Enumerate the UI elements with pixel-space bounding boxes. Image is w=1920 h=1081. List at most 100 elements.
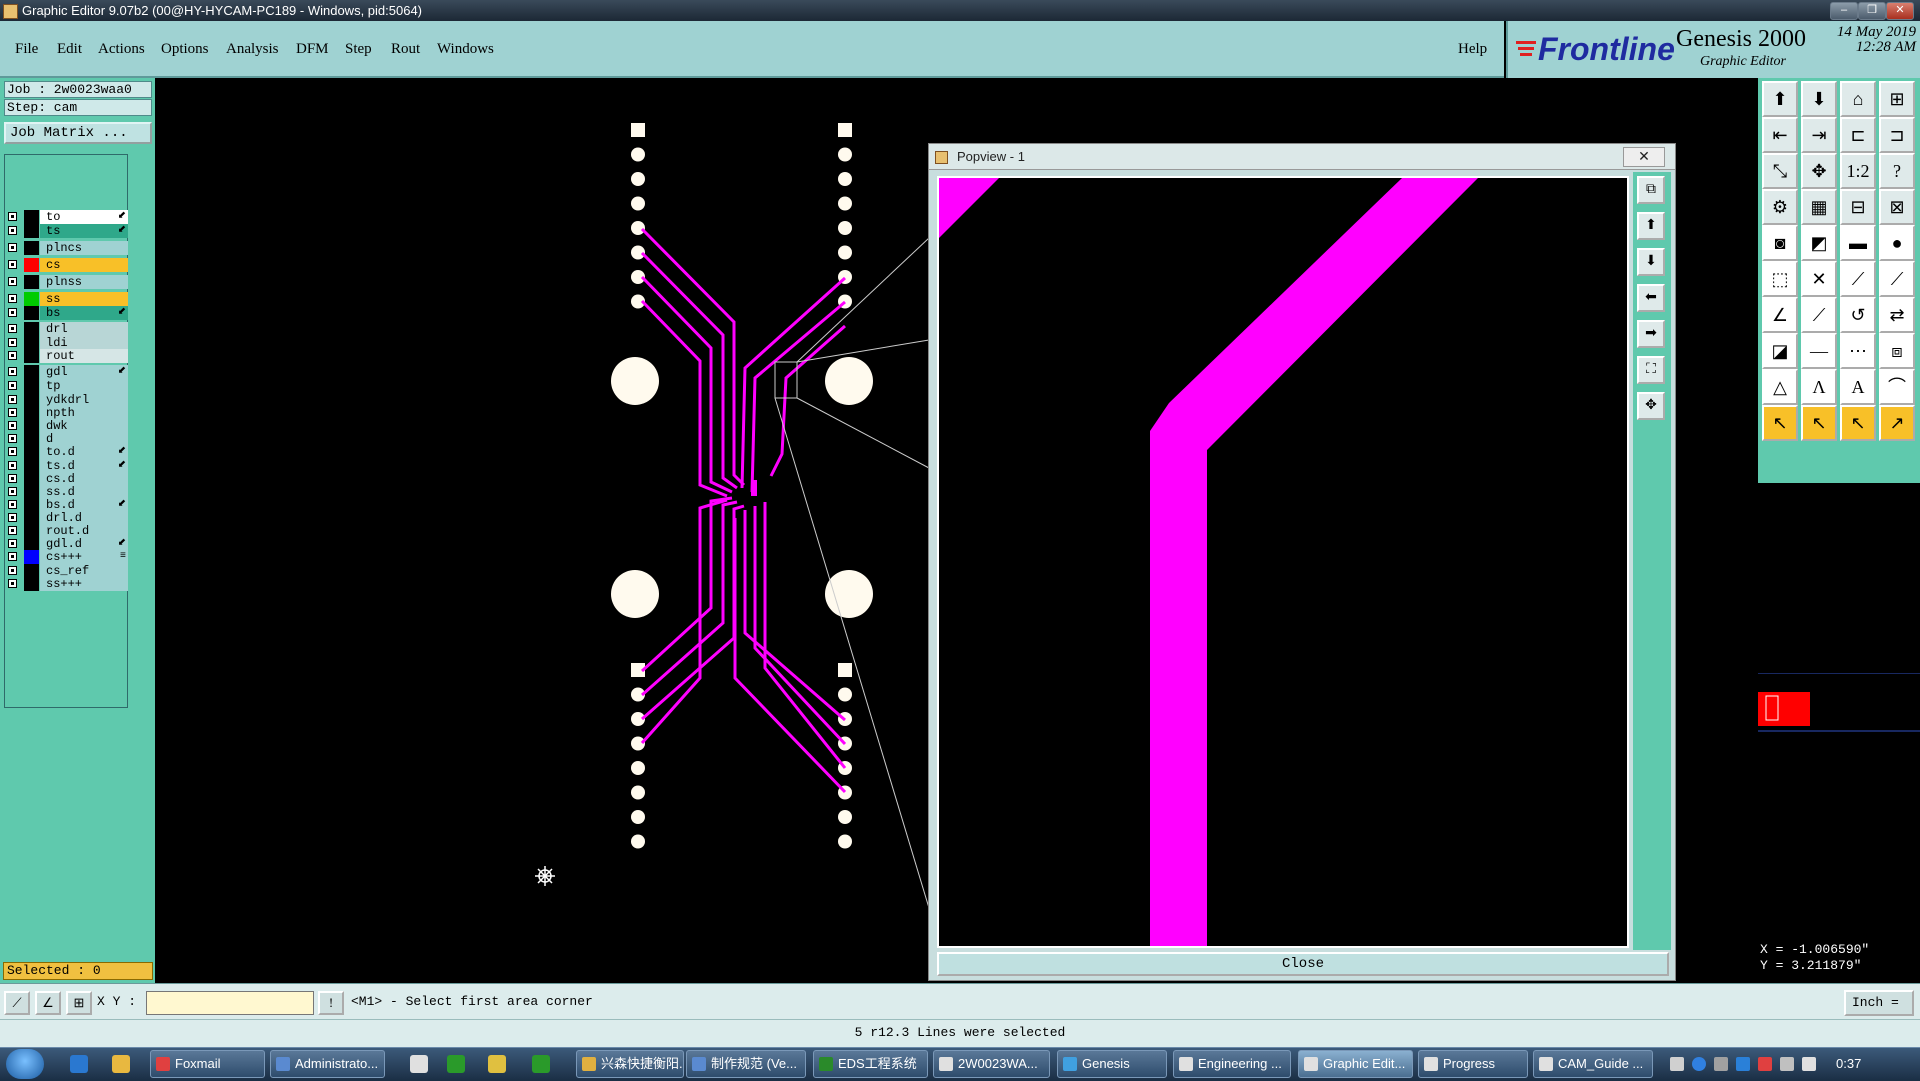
layer-row[interactable]: cs [5, 258, 128, 272]
chrome-icon[interactable] [488, 1055, 506, 1073]
popview-fit-icon[interactable]: ⛶ [1637, 356, 1665, 384]
layer-row[interactable]: bs.d ⬋ [5, 498, 128, 512]
layer-checkbox[interactable] [8, 351, 17, 360]
layer-checkbox[interactable] [8, 294, 17, 303]
edit-shape-icon[interactable]: ◩ [1801, 225, 1837, 261]
layer-row[interactable]: cs.d [5, 472, 128, 486]
layer-row[interactable]: dwk [5, 419, 128, 433]
layer-row[interactable]: gdl ⬋ [5, 365, 128, 379]
display-icon[interactable] [1780, 1057, 1794, 1071]
layer-name[interactable]: to ⬋ [40, 210, 128, 224]
network-icon[interactable] [1736, 1057, 1750, 1071]
measure-alt-icon[interactable]: ⊠ [1879, 189, 1915, 225]
menu-help[interactable]: Help [1458, 41, 1487, 58]
job-matrix-button[interactable]: Job Matrix ... [4, 122, 152, 144]
layer-checkbox[interactable] [8, 367, 17, 376]
layer-row[interactable]: ldi [5, 336, 128, 350]
layer-row[interactable]: ydkdrl [5, 393, 128, 407]
triangle-icon[interactable]: △ [1762, 369, 1798, 405]
popview-pan-right-icon[interactable]: ➡ [1637, 320, 1665, 348]
center-icon[interactable]: ✥ [1801, 153, 1837, 189]
move-point-icon[interactable]: ⟋ [1840, 261, 1876, 297]
layer-row[interactable]: rout.d [5, 524, 128, 538]
layer-row[interactable]: rout [5, 349, 128, 363]
layer-checkbox[interactable] [8, 395, 17, 404]
home-icon[interactable]: ⌂ [1840, 81, 1876, 117]
layer-name[interactable]: gdl ⬋ [40, 365, 128, 379]
minimize-button[interactable]: – [1830, 2, 1858, 20]
layer-name[interactable]: drl [40, 322, 128, 336]
arc-a-icon[interactable]: A [1840, 369, 1876, 405]
layout-icon[interactable]: ⊞ [1879, 81, 1915, 117]
layer-row[interactable]: tp [5, 379, 128, 393]
layer-row[interactable]: ss+++ [5, 577, 128, 591]
layer-name[interactable]: ydkdrl [40, 393, 128, 407]
layer-name[interactable]: npth [40, 406, 128, 420]
layer-checkbox[interactable] [8, 338, 17, 347]
layer-name[interactable]: bs.d ⬋ [40, 498, 128, 512]
popview-close-icon[interactable]: ✕ [1623, 147, 1665, 167]
menu-actions[interactable]: Actions [98, 41, 145, 58]
layer-row[interactable]: bs ⬋ [5, 306, 128, 320]
help-tool-icon[interactable]: ? [1879, 153, 1915, 189]
layer-row[interactable]: to ⬋ [5, 210, 128, 224]
pan-icon[interactable]: ⊏ [1840, 117, 1876, 153]
layer-name[interactable]: cs [40, 258, 128, 272]
layer-row[interactable]: ss [5, 292, 128, 306]
scale-icon[interactable]: 1:2 [1840, 153, 1876, 189]
layer-checkbox[interactable] [8, 552, 17, 561]
connect-icon[interactable]: ⟋ [1879, 261, 1915, 297]
layer-name[interactable]: dwk [40, 419, 128, 433]
profile-icon[interactable]: ⌒ [1879, 369, 1915, 405]
layer-checkbox[interactable] [8, 487, 17, 496]
snap-angle-icon[interactable]: ∠ [35, 991, 61, 1015]
cross-icon[interactable]: ✕ [1801, 261, 1837, 297]
layer-checkbox[interactable] [8, 579, 17, 588]
taskbar-item[interactable]: Administrato... [270, 1050, 385, 1078]
layer-row[interactable]: plnss [5, 275, 128, 289]
layer-checkbox[interactable] [8, 500, 17, 509]
snap-icon[interactable]: ⚙ [1762, 189, 1798, 225]
slash-icon[interactable]: ⟋ [1801, 297, 1837, 333]
layer-name[interactable]: rout.d [40, 524, 128, 538]
layer-checkbox[interactable] [8, 447, 17, 456]
security-icon[interactable] [1758, 1057, 1772, 1071]
layer-row[interactable]: drl.d [5, 511, 128, 525]
popview-zoom-home-icon[interactable]: ⧉ [1637, 176, 1665, 204]
layer-checkbox[interactable] [8, 277, 17, 286]
line-icon[interactable]: ∠ [1762, 297, 1798, 333]
taskbar-item[interactable]: 2W0023WA... [933, 1050, 1050, 1078]
layer-name[interactable]: drl.d [40, 511, 128, 525]
close-button[interactable]: ✕ [1886, 2, 1914, 20]
split-icon[interactable]: ⊐ [1879, 117, 1915, 153]
layer-checkbox[interactable] [8, 260, 17, 269]
layer-row[interactable]: to.d ⬋ [5, 445, 128, 459]
layer-row[interactable]: ts ⬋ [5, 224, 128, 238]
save-icon[interactable]: ⬇ [1801, 81, 1837, 117]
help-tray-icon[interactable] [1692, 1057, 1706, 1071]
layer-name[interactable]: tp [40, 379, 128, 393]
popview-pan-left-icon[interactable]: ⬅ [1637, 284, 1665, 312]
layer-name[interactable]: ss [40, 292, 128, 306]
layer-name[interactable]: cs_ref [40, 564, 128, 578]
taskbar-item[interactable]: Progress [1418, 1050, 1528, 1078]
explorer-icon[interactable] [112, 1055, 130, 1073]
layer-row[interactable]: gdl.d ⬋ [5, 537, 128, 551]
select-icon[interactable]: ↖ [1801, 405, 1837, 441]
taskbar-item[interactable]: EDS工程系统 [813, 1050, 928, 1078]
menu-dfm[interactable]: DFM [296, 41, 329, 58]
taskbar-item[interactable]: Graphic Edit... [1298, 1050, 1413, 1078]
taskbar-item[interactable]: Engineering ... [1173, 1050, 1291, 1078]
layer-name[interactable]: to.d ⬋ [40, 445, 128, 459]
layer-name[interactable]: plnss [40, 275, 128, 289]
taskbar-item[interactable]: Genesis [1057, 1050, 1167, 1078]
layer-checkbox[interactable] [8, 513, 17, 522]
layer-name[interactable]: ts ⬋ [40, 224, 128, 238]
zoom-forward-icon[interactable]: ⇥ [1801, 117, 1837, 153]
layer-checkbox[interactable] [8, 381, 17, 390]
layer-row[interactable]: cs_ref [5, 564, 128, 578]
popview-close-button[interactable]: Close [937, 952, 1669, 976]
layer-name[interactable]: bs ⬋ [40, 306, 128, 320]
menu-options[interactable]: Options [161, 41, 209, 58]
popview-center-icon[interactable]: ✥ [1637, 392, 1665, 420]
